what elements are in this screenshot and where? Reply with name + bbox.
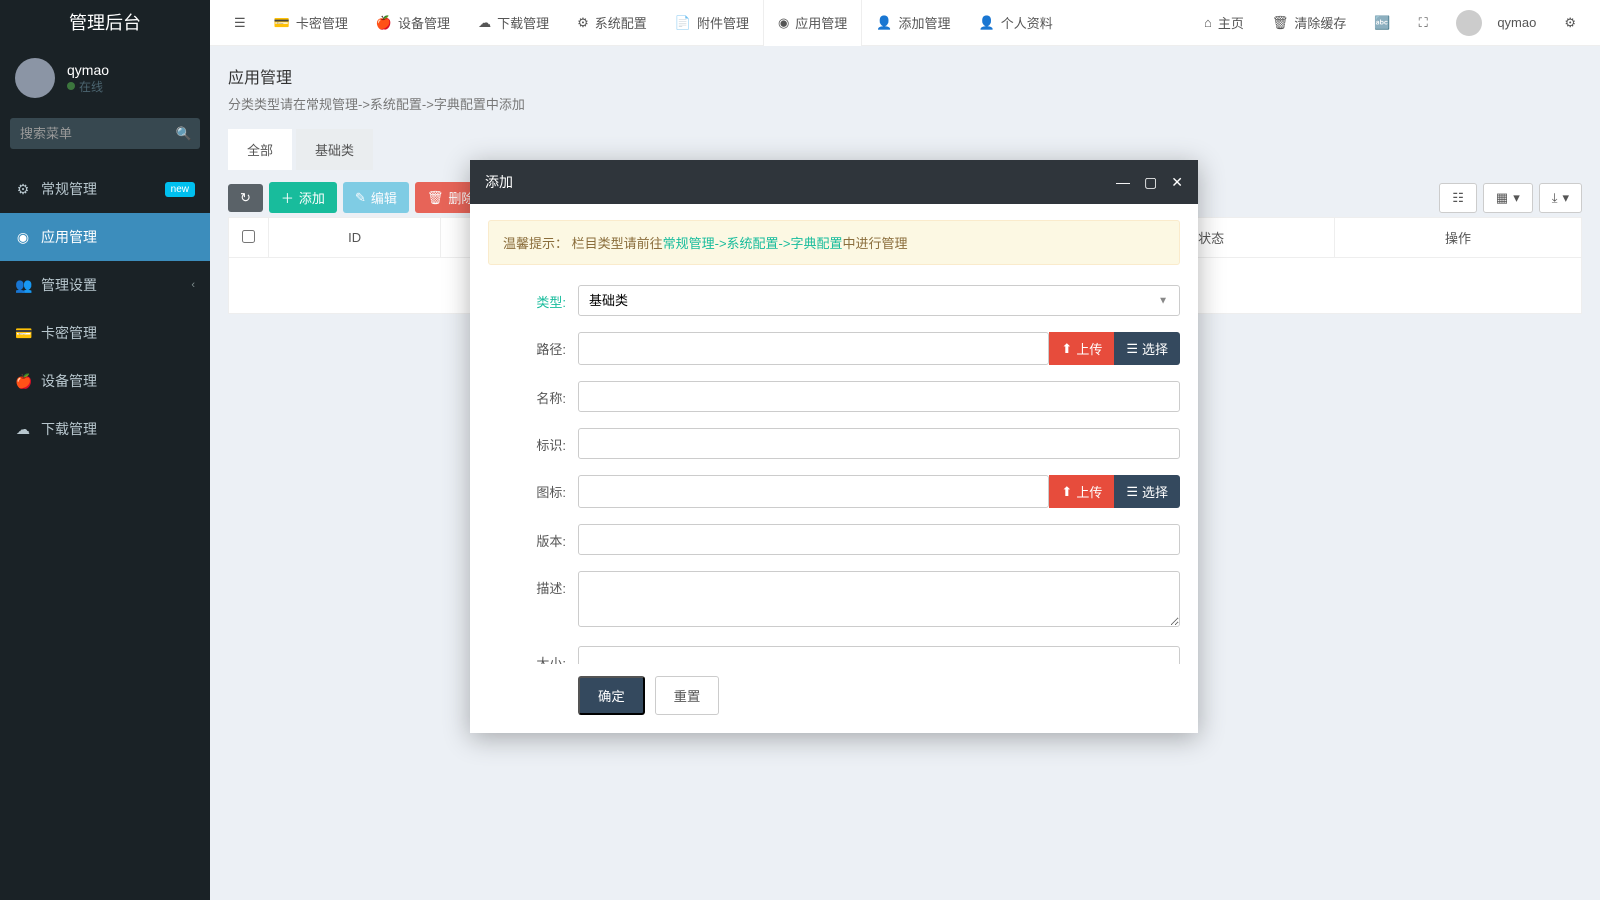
ok-button[interactable]: 确定 — [578, 676, 645, 715]
icon-upload-button[interactable]: ⬆上传 — [1049, 475, 1114, 508]
type-select[interactable]: 基础类 — [578, 285, 1180, 316]
list-icon: ☰ — [1126, 484, 1138, 500]
desc-textarea[interactable] — [578, 571, 1180, 627]
modal-body: 温馨提示： 栏目类型请前往常规管理->系统配置->字典配置中进行管理 类型: 基… — [470, 204, 1198, 664]
warning-alert: 温馨提示： 栏目类型请前往常规管理->系统配置->字典配置中进行管理 — [488, 220, 1180, 265]
modal-backdrop: 添加 — ▢ ✕ 温馨提示： 栏目类型请前往常规管理->系统配置->字典配置中进… — [0, 0, 1600, 900]
field-type: 类型: 基础类 — [488, 285, 1180, 316]
minimize-button[interactable]: — — [1116, 174, 1130, 191]
path-select-button[interactable]: ☰选择 — [1114, 332, 1180, 365]
path-input[interactable] — [578, 332, 1049, 365]
maximize-button[interactable]: ▢ — [1144, 174, 1157, 191]
list-icon: ☰ — [1126, 341, 1138, 357]
upload-icon: ⬆ — [1061, 341, 1072, 357]
field-version: 版本: — [488, 524, 1180, 555]
close-button[interactable]: ✕ — [1171, 174, 1183, 191]
path-upload-button[interactable]: ⬆上传 — [1049, 332, 1114, 365]
add-modal: 添加 — ▢ ✕ 温馨提示： 栏目类型请前往常规管理->系统配置->字典配置中进… — [470, 160, 1198, 733]
icon-input[interactable] — [578, 475, 1049, 508]
modal-footer: 确定 重置 — [470, 664, 1198, 733]
ident-input[interactable] — [578, 428, 1180, 459]
upload-icon: ⬆ — [1061, 484, 1072, 500]
field-ident: 标识: — [488, 428, 1180, 459]
size-input[interactable] — [578, 646, 1180, 664]
field-desc: 描述: — [488, 571, 1180, 630]
modal-title: 添加 — [485, 172, 513, 192]
version-input[interactable] — [578, 524, 1180, 555]
modal-header: 添加 — ▢ ✕ — [470, 160, 1198, 204]
field-path: 路径: ⬆上传 ☰选择 — [488, 332, 1180, 365]
reset-button[interactable]: 重置 — [655, 676, 720, 715]
name-input[interactable] — [578, 381, 1180, 412]
field-icon: 图标: ⬆上传 ☰选择 — [488, 475, 1180, 508]
field-size: 大小: — [488, 646, 1180, 664]
icon-select-button[interactable]: ☰选择 — [1114, 475, 1180, 508]
field-name: 名称: — [488, 381, 1180, 412]
